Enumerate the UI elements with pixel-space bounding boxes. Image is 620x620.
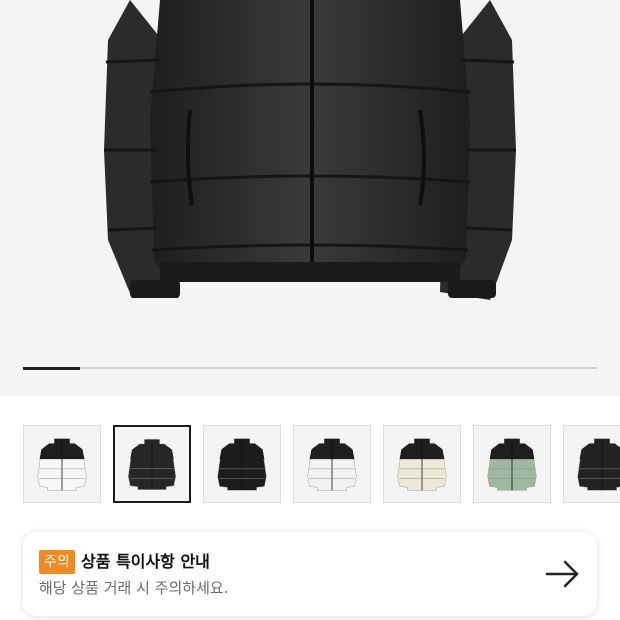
- jacket-thumbnail-image: [217, 438, 267, 491]
- jacket-thumbnail-image: [307, 438, 357, 491]
- jacket-thumbnail-image: [37, 438, 87, 491]
- thumbnail-cream-black-jacket[interactable]: [383, 425, 461, 503]
- notice-description: 해당 상품 거래 시 주의하세요.: [39, 579, 229, 597]
- thumbnail-black-shiny-jacket[interactable]: [203, 425, 281, 503]
- caution-notice-card[interactable]: 주의 상품 특이사항 안내 해당 상품 거래 시 주의하세요.: [23, 532, 597, 616]
- notice-title: 상품 특이사항 안내: [81, 552, 210, 571]
- thumbnail-strip[interactable]: [23, 425, 620, 505]
- thumbnail-black-matte-jacket[interactable]: [113, 425, 191, 503]
- product-image-gallery[interactable]: [0, 0, 620, 396]
- jacket-thumbnail-image: [577, 438, 620, 491]
- jacket-thumbnail-image: [487, 438, 537, 491]
- thumbnail-sage-black-jacket[interactable]: [473, 425, 551, 503]
- caution-badge: 주의: [39, 550, 75, 574]
- jacket-thumbnail-image: [397, 438, 447, 491]
- puffer-jacket-image: [104, 0, 516, 300]
- thumbnail-black-jacket-2[interactable]: [563, 425, 620, 503]
- thumbnail-white-black-jacket-2[interactable]: [293, 425, 371, 503]
- thumbnail-white-black-jacket[interactable]: [23, 425, 101, 503]
- jacket-thumbnail-image: [128, 439, 176, 490]
- arrow-right-icon[interactable]: [545, 558, 581, 590]
- gallery-progress-bar: [23, 366, 597, 370]
- gallery-progress-fill: [23, 366, 81, 370]
